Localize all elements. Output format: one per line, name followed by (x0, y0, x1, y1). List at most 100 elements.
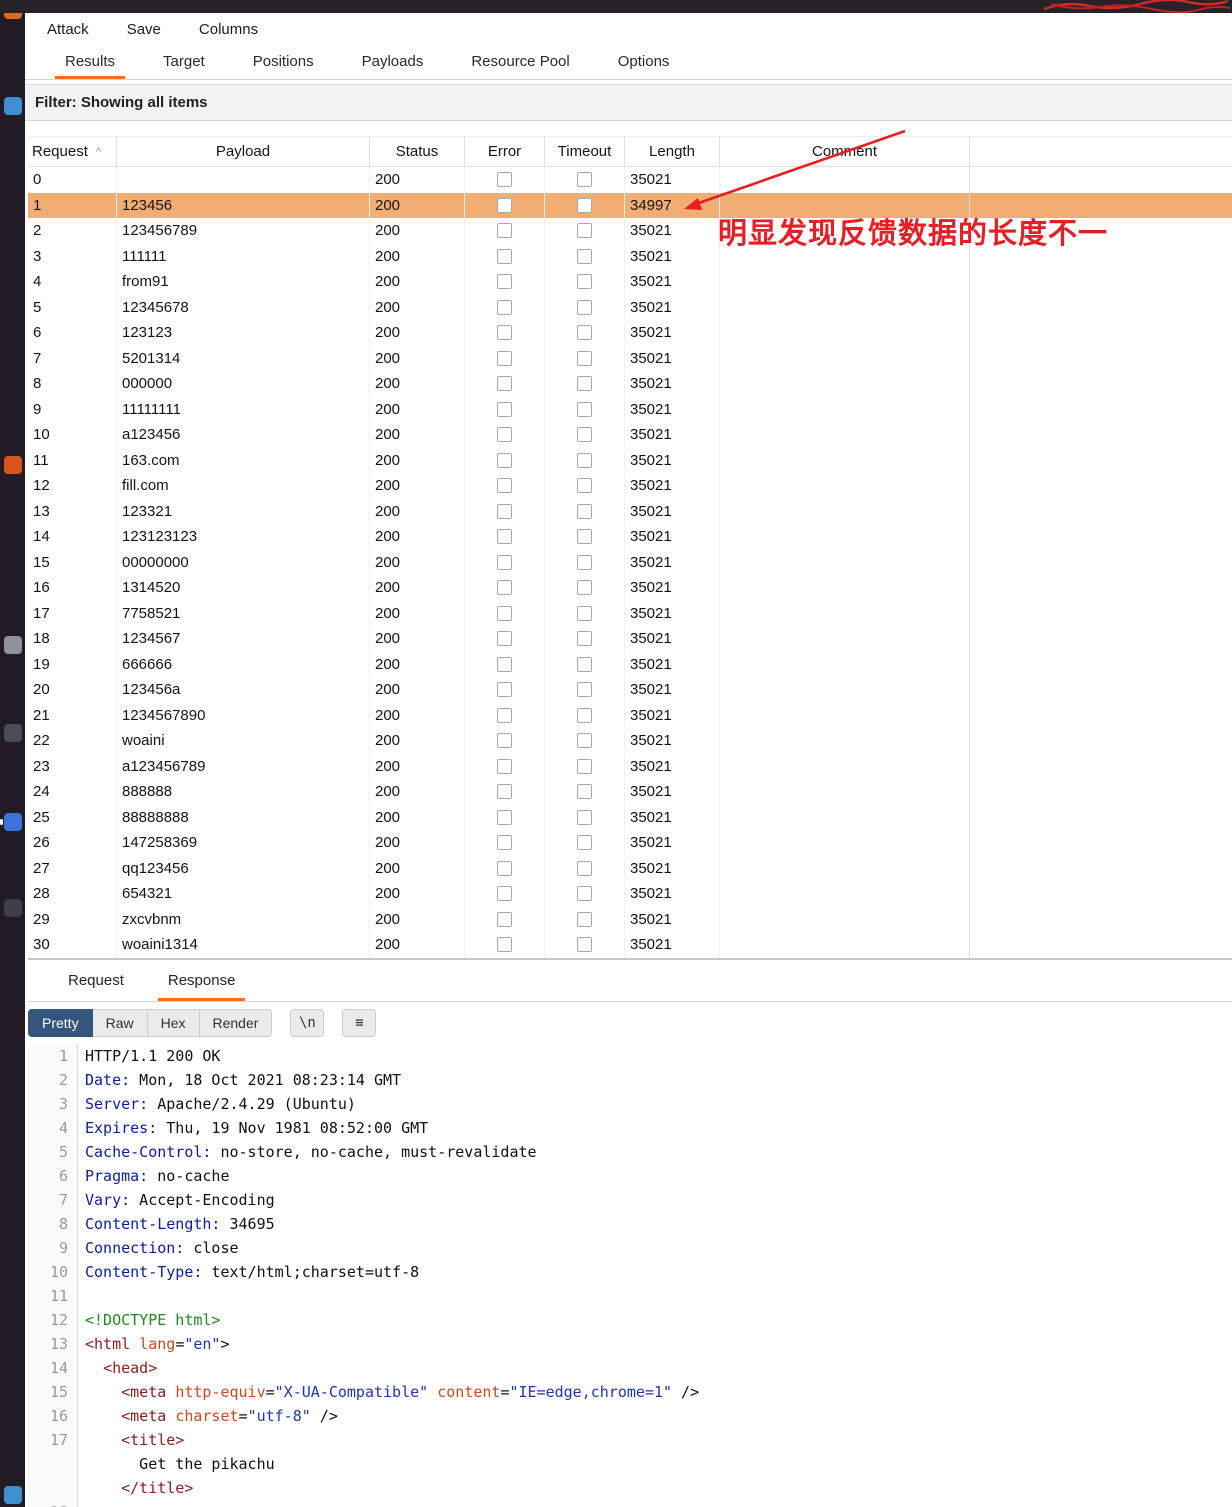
timeout-checkbox[interactable] (577, 656, 592, 672)
timeout-checkbox[interactable] (577, 733, 592, 749)
table-row[interactable]: 25 88888888 200 35021 (28, 804, 1232, 830)
table-row[interactable]: 17 7758521 200 35021 (28, 600, 1232, 626)
tab-response[interactable]: Response (146, 960, 258, 1001)
table-row[interactable]: 9 11111111 200 35021 (28, 396, 1232, 422)
column-header-comment[interactable]: Comment (720, 137, 970, 166)
table-row[interactable]: 29 zxcvbnm 200 35021 (28, 906, 1232, 932)
column-header-error[interactable]: Error (465, 137, 545, 166)
tab-resource-pool[interactable]: Resource Pool (447, 43, 593, 79)
table-row[interactable]: 22 woaini 200 35021 (28, 728, 1232, 754)
error-checkbox[interactable] (497, 503, 512, 519)
column-header-status[interactable]: Status (370, 137, 465, 166)
timeout-checkbox[interactable] (577, 452, 592, 468)
dock-icon[interactable] (4, 899, 22, 917)
table-row[interactable]: 7 5201314 200 35021 (28, 345, 1232, 371)
timeout-checkbox[interactable] (577, 197, 592, 213)
dock-icon[interactable] (4, 636, 22, 654)
timeout-checkbox[interactable] (577, 554, 592, 570)
table-row[interactable]: 16 1314520 200 35021 (28, 575, 1232, 601)
timeout-checkbox[interactable] (577, 478, 592, 494)
timeout-checkbox[interactable] (577, 580, 592, 596)
timeout-checkbox[interactable] (577, 707, 592, 723)
response-viewer[interactable]: 1 HTTP/1.1 200 OK 2 Date: Mon, 18 Oct 2021 … (28, 1044, 1232, 1507)
view-button-raw[interactable]: Raw (92, 1009, 148, 1037)
timeout-checkbox[interactable] (577, 376, 592, 392)
error-checkbox[interactable] (497, 631, 512, 647)
editor-menu-button[interactable]: ≡ (342, 1009, 377, 1037)
column-header-length[interactable]: Length (625, 137, 720, 166)
table-row[interactable]: 23 a123456789 200 35021 (28, 753, 1232, 779)
error-checkbox[interactable] (497, 274, 512, 290)
column-header-timeout[interactable]: Timeout (545, 137, 625, 166)
tab-request[interactable]: Request (46, 960, 146, 1001)
table-row[interactable]: 21 1234567890 200 35021 (28, 702, 1232, 728)
error-checkbox[interactable] (497, 656, 512, 672)
table-row[interactable]: 12 fill.com 200 35021 (28, 473, 1232, 499)
column-header-payload[interactable]: Payload (117, 137, 370, 166)
timeout-checkbox[interactable] (577, 758, 592, 774)
timeout-checkbox[interactable] (577, 427, 592, 443)
table-row[interactable]: 13 123321 200 35021 (28, 498, 1232, 524)
timeout-checkbox[interactable] (577, 274, 592, 290)
dock-icon[interactable] (4, 1486, 22, 1504)
tab-results[interactable]: Results (41, 43, 139, 79)
error-checkbox[interactable] (497, 758, 512, 774)
timeout-checkbox[interactable] (577, 172, 592, 188)
column-header-request[interactable]: Request ^ (28, 137, 117, 166)
timeout-checkbox[interactable] (577, 860, 592, 876)
error-checkbox[interactable] (497, 554, 512, 570)
error-checkbox[interactable] (497, 911, 512, 927)
error-checkbox[interactable] (497, 248, 512, 264)
timeout-checkbox[interactable] (577, 325, 592, 341)
error-checkbox[interactable] (497, 452, 512, 468)
error-checkbox[interactable] (497, 937, 512, 953)
error-checkbox[interactable] (497, 223, 512, 239)
error-checkbox[interactable] (497, 707, 512, 723)
error-checkbox[interactable] (497, 299, 512, 315)
menu-item-columns[interactable]: Columns (187, 17, 270, 42)
timeout-checkbox[interactable] (577, 605, 592, 621)
timeout-checkbox[interactable] (577, 937, 592, 953)
timeout-checkbox[interactable] (577, 529, 592, 545)
timeout-checkbox[interactable] (577, 631, 592, 647)
timeout-checkbox[interactable] (577, 886, 592, 902)
timeout-checkbox[interactable] (577, 682, 592, 698)
view-button-hex[interactable]: Hex (147, 1009, 200, 1037)
dock-icon[interactable] (4, 724, 22, 742)
table-row[interactable]: 10 a123456 200 35021 (28, 422, 1232, 448)
error-checkbox[interactable] (497, 376, 512, 392)
menu-item-attack[interactable]: Attack (35, 17, 101, 42)
table-row[interactable]: 24 888888 200 35021 (28, 779, 1232, 805)
error-checkbox[interactable] (497, 886, 512, 902)
timeout-checkbox[interactable] (577, 223, 592, 239)
error-checkbox[interactable] (497, 478, 512, 494)
table-row[interactable]: 11 163.com 200 35021 (28, 447, 1232, 473)
menu-item-save[interactable]: Save (115, 17, 173, 42)
table-row[interactable]: 8 000000 200 35021 (28, 371, 1232, 397)
error-checkbox[interactable] (497, 605, 512, 621)
timeout-checkbox[interactable] (577, 248, 592, 264)
tab-positions[interactable]: Positions (229, 43, 338, 79)
error-checkbox[interactable] (497, 172, 512, 188)
error-checkbox[interactable] (497, 682, 512, 698)
error-checkbox[interactable] (497, 835, 512, 851)
error-checkbox[interactable] (497, 580, 512, 596)
timeout-checkbox[interactable] (577, 809, 592, 825)
error-checkbox[interactable] (497, 860, 512, 876)
table-row[interactable]: 18 1234567 200 35021 (28, 626, 1232, 652)
view-button-pretty[interactable]: Pretty (28, 1009, 93, 1037)
tab-options[interactable]: Options (594, 43, 694, 79)
timeout-checkbox[interactable] (577, 911, 592, 927)
tab-payloads[interactable]: Payloads (338, 43, 448, 79)
view-button-render[interactable]: Render (199, 1009, 273, 1037)
newline-toggle-button[interactable]: \n (290, 1009, 325, 1037)
error-checkbox[interactable] (497, 809, 512, 825)
error-checkbox[interactable] (497, 427, 512, 443)
timeout-checkbox[interactable] (577, 835, 592, 851)
table-row[interactable]: 4 from91 200 35021 (28, 269, 1232, 295)
table-row[interactable]: 26 147258369 200 35021 (28, 830, 1232, 856)
table-row[interactable]: 20 123456a 200 35021 (28, 677, 1232, 703)
timeout-checkbox[interactable] (577, 784, 592, 800)
error-checkbox[interactable] (497, 401, 512, 417)
error-checkbox[interactable] (497, 325, 512, 341)
